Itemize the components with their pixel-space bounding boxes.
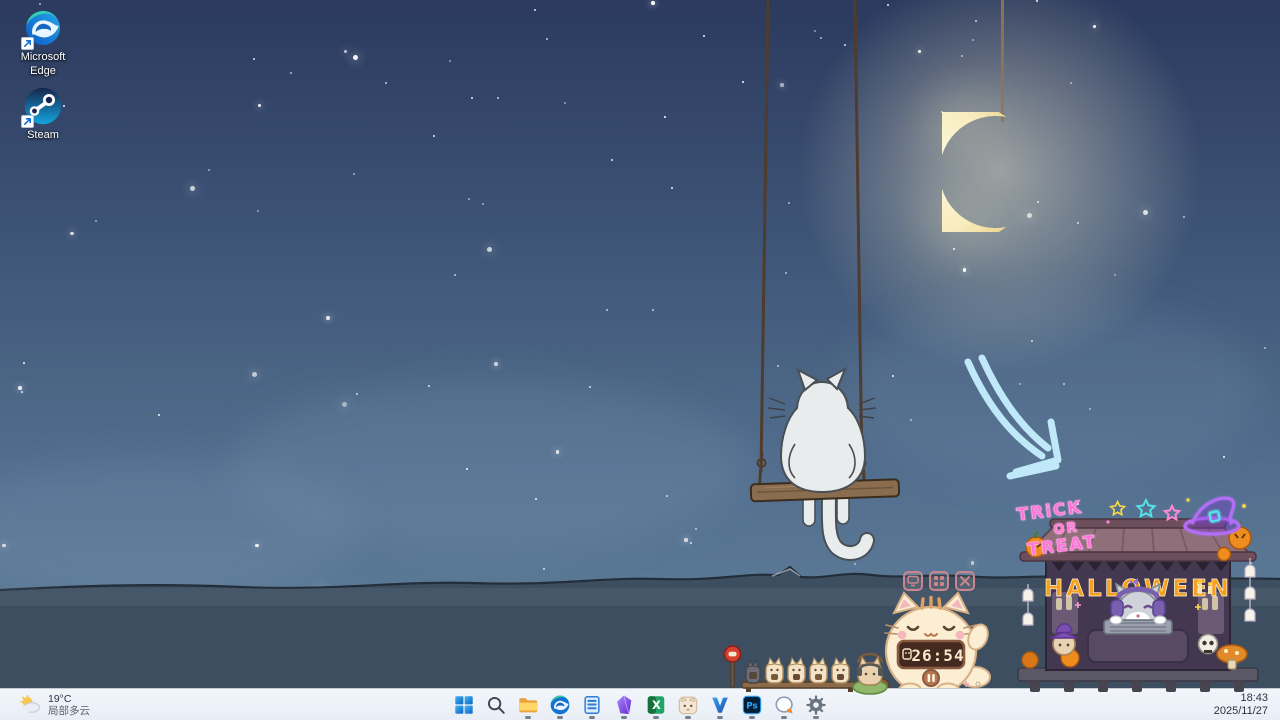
shortcut-arrow-overlay bbox=[21, 115, 34, 128]
neon-witch-hat bbox=[1185, 498, 1246, 534]
pet-cat-dark bbox=[746, 661, 760, 683]
running-indicator bbox=[621, 716, 627, 719]
timer-cat-widget[interactable]: 26:54 bbox=[872, 569, 994, 693]
desktop-icon-edge[interactable]: Microsoft Edge bbox=[8, 8, 78, 79]
desktop-icon-label: Microsoft Edge bbox=[8, 51, 78, 79]
timer-cat-body: 26:54 bbox=[872, 591, 994, 693]
visio-button[interactable] bbox=[706, 690, 734, 720]
desktop-icon-steam[interactable]: Steam bbox=[8, 86, 78, 143]
search-button[interactable] bbox=[482, 690, 510, 720]
halloween-booth-widget[interactable]: HALLOWEEN bbox=[1012, 492, 1264, 698]
pet-headphone-cat[interactable] bbox=[850, 647, 890, 695]
chat-button[interactable] bbox=[770, 690, 798, 720]
shortcut-arrow-overlay bbox=[21, 37, 34, 50]
svg-text:X: X bbox=[652, 698, 661, 712]
monitor-button[interactable] bbox=[903, 571, 923, 591]
timer-time: 26:54 bbox=[911, 646, 964, 665]
photoshop-button[interactable]: Ps bbox=[738, 690, 766, 720]
edge-button[interactable] bbox=[546, 690, 574, 720]
swing-ropes bbox=[0, 0, 1280, 500]
notes-button[interactable] bbox=[578, 690, 606, 720]
pause-button[interactable] bbox=[923, 670, 939, 686]
weather-icon bbox=[18, 693, 42, 717]
running-indicator bbox=[589, 716, 595, 719]
desktop-wallpaper: Microsoft Edge Steam bbox=[0, 0, 1280, 720]
edge-logo bbox=[23, 8, 63, 48]
settings-button[interactable] bbox=[802, 690, 830, 720]
running-indicator bbox=[557, 716, 563, 719]
svg-text:Ps: Ps bbox=[746, 702, 757, 712]
hand-drawn-arrow bbox=[952, 352, 1077, 487]
obsidian-button[interactable] bbox=[610, 690, 638, 720]
running-indicator bbox=[653, 716, 659, 719]
weather-temperature: 19°C bbox=[48, 693, 90, 705]
close-button[interactable] bbox=[955, 571, 975, 591]
cat-on-swing bbox=[725, 352, 920, 567]
grid-button[interactable] bbox=[929, 571, 949, 591]
weather-condition: 局部多云 bbox=[48, 705, 90, 717]
running-indicator bbox=[813, 716, 819, 719]
taskbar-weather-widget[interactable]: 19°C 局部多云 bbox=[10, 689, 98, 720]
booth-platform bbox=[1018, 668, 1258, 692]
running-indicator bbox=[781, 716, 787, 719]
running-indicator bbox=[717, 716, 723, 719]
pet-bench-widget[interactable] bbox=[720, 645, 862, 693]
running-indicator bbox=[685, 716, 691, 719]
running-indicator bbox=[525, 716, 531, 719]
cat-pet-button[interactable] bbox=[674, 690, 702, 720]
tray-date: 2025/11/27 bbox=[1214, 705, 1268, 718]
start-button[interactable] bbox=[450, 690, 478, 720]
desktop-icon-label: Steam bbox=[8, 129, 78, 143]
pet-cats-cream bbox=[766, 658, 849, 683]
file-explorer-button[interactable] bbox=[514, 690, 542, 720]
running-indicator bbox=[749, 716, 755, 719]
steam-logo bbox=[23, 86, 63, 126]
excel-button[interactable]: X bbox=[642, 690, 670, 720]
